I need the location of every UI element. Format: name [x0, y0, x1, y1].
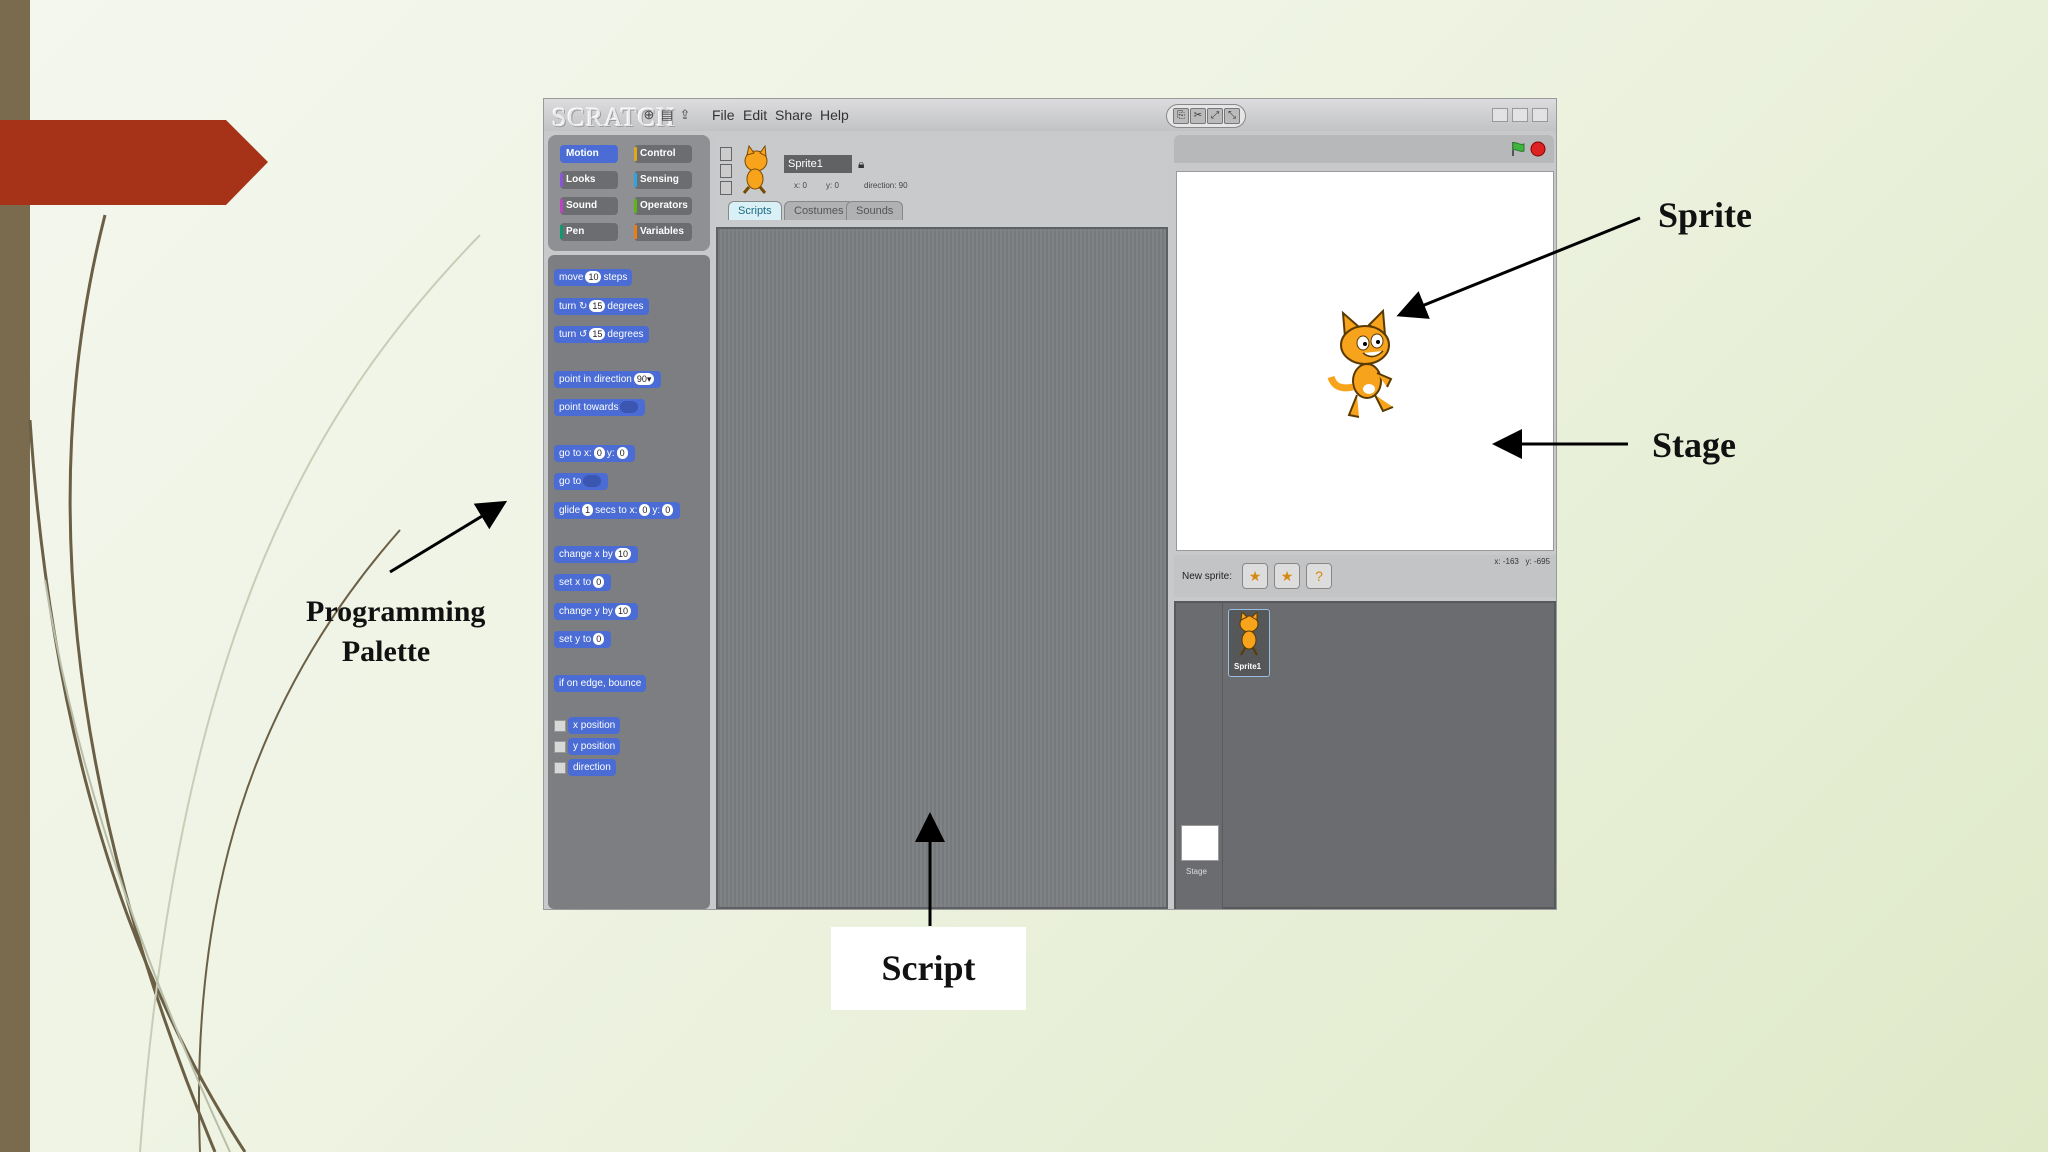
label-programming-palette: Programming Palette [306, 595, 486, 668]
sprite-arrow [1396, 216, 1641, 319]
label-stage: Stage [1652, 425, 1736, 465]
label-script: Script [881, 948, 976, 988]
palette-arrow [389, 500, 508, 574]
label-sprite: Sprite [1658, 195, 1752, 235]
script-label-box: Script [831, 927, 1026, 1010]
